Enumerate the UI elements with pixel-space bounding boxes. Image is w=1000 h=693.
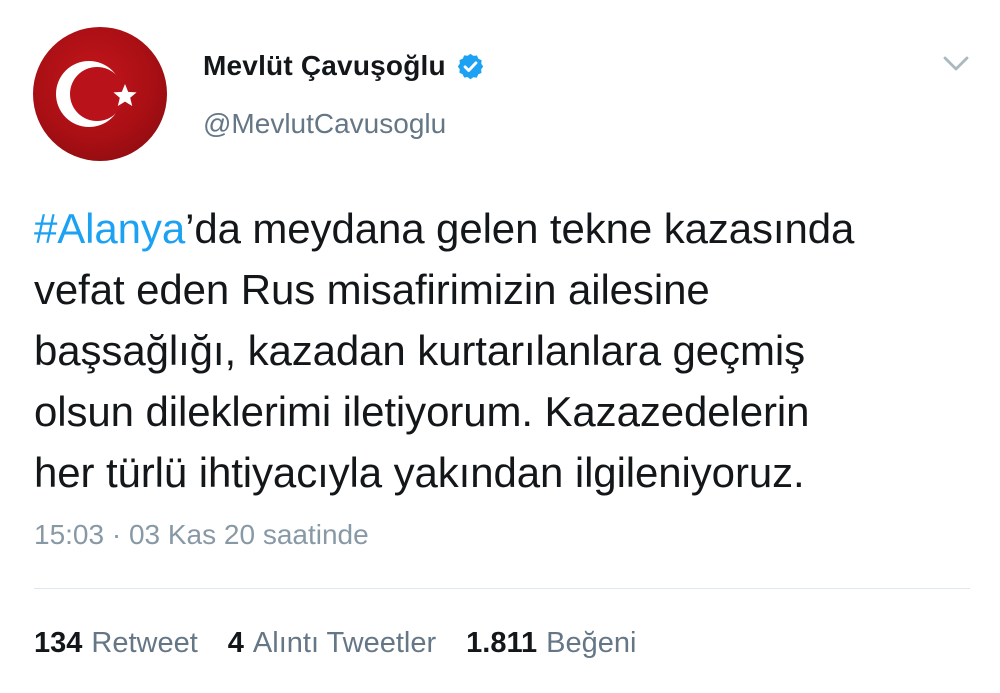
divider	[34, 588, 970, 589]
tweet-text: #Alanya’da meydana gelen tekne kazasında…	[34, 198, 984, 503]
tweet-line: her türlü ihtiyacıyla yakından ilgileniy…	[34, 449, 805, 496]
tweet-line: #Alanya’da meydana gelen tekne kazasında	[34, 198, 984, 259]
quote-number: 4	[227, 627, 244, 659]
quote-label: Alıntı Tweetler	[252, 627, 437, 659]
stats-row: 134 Retweet 4 Alıntı Tweetler 1.811 Beğe…	[34, 627, 666, 660]
verified-badge-icon	[457, 53, 483, 79]
avatar[interactable]	[33, 27, 167, 161]
like-number: 1.811	[466, 627, 538, 659]
name-row: Mevlüt Çavuşoğlu	[203, 46, 485, 86]
tweet-card: Mevlüt Çavuşoğlu @MevlutCavusoglu #Alany…	[0, 0, 1000, 693]
like-label: Beğeni	[546, 627, 637, 659]
tweet-line: olsun dileklerimi iletiyorum. Kazazedele…	[34, 388, 810, 435]
retweet-count[interactable]: 134 Retweet	[34, 627, 198, 660]
timestamp[interactable]: 15:03 · 03 Kas 20 saatinde	[34, 519, 369, 551]
retweet-number: 134	[34, 627, 83, 659]
display-name[interactable]: Mevlüt Çavuşoğlu	[203, 50, 446, 82]
user-handle[interactable]: @MevlutCavusoglu	[203, 108, 446, 140]
like-count[interactable]: 1.811 Beğeni	[466, 627, 636, 660]
chevron-down-icon[interactable]	[940, 52, 972, 76]
tweet-line-text: ’da meydana gelen tekne kazasında	[185, 205, 855, 252]
hashtag-link[interactable]: #Alanya	[34, 205, 185, 252]
quote-count[interactable]: 4 Alıntı Tweetler	[228, 627, 436, 660]
turkish-flag-icon	[56, 61, 137, 127]
tweet-line: başsağlığı, kazadan kurtarılanlara geçmi…	[34, 327, 805, 374]
retweet-label: Retweet	[91, 627, 198, 659]
tweet-line: vefat eden Rus misafirimizin ailesine	[34, 266, 710, 313]
